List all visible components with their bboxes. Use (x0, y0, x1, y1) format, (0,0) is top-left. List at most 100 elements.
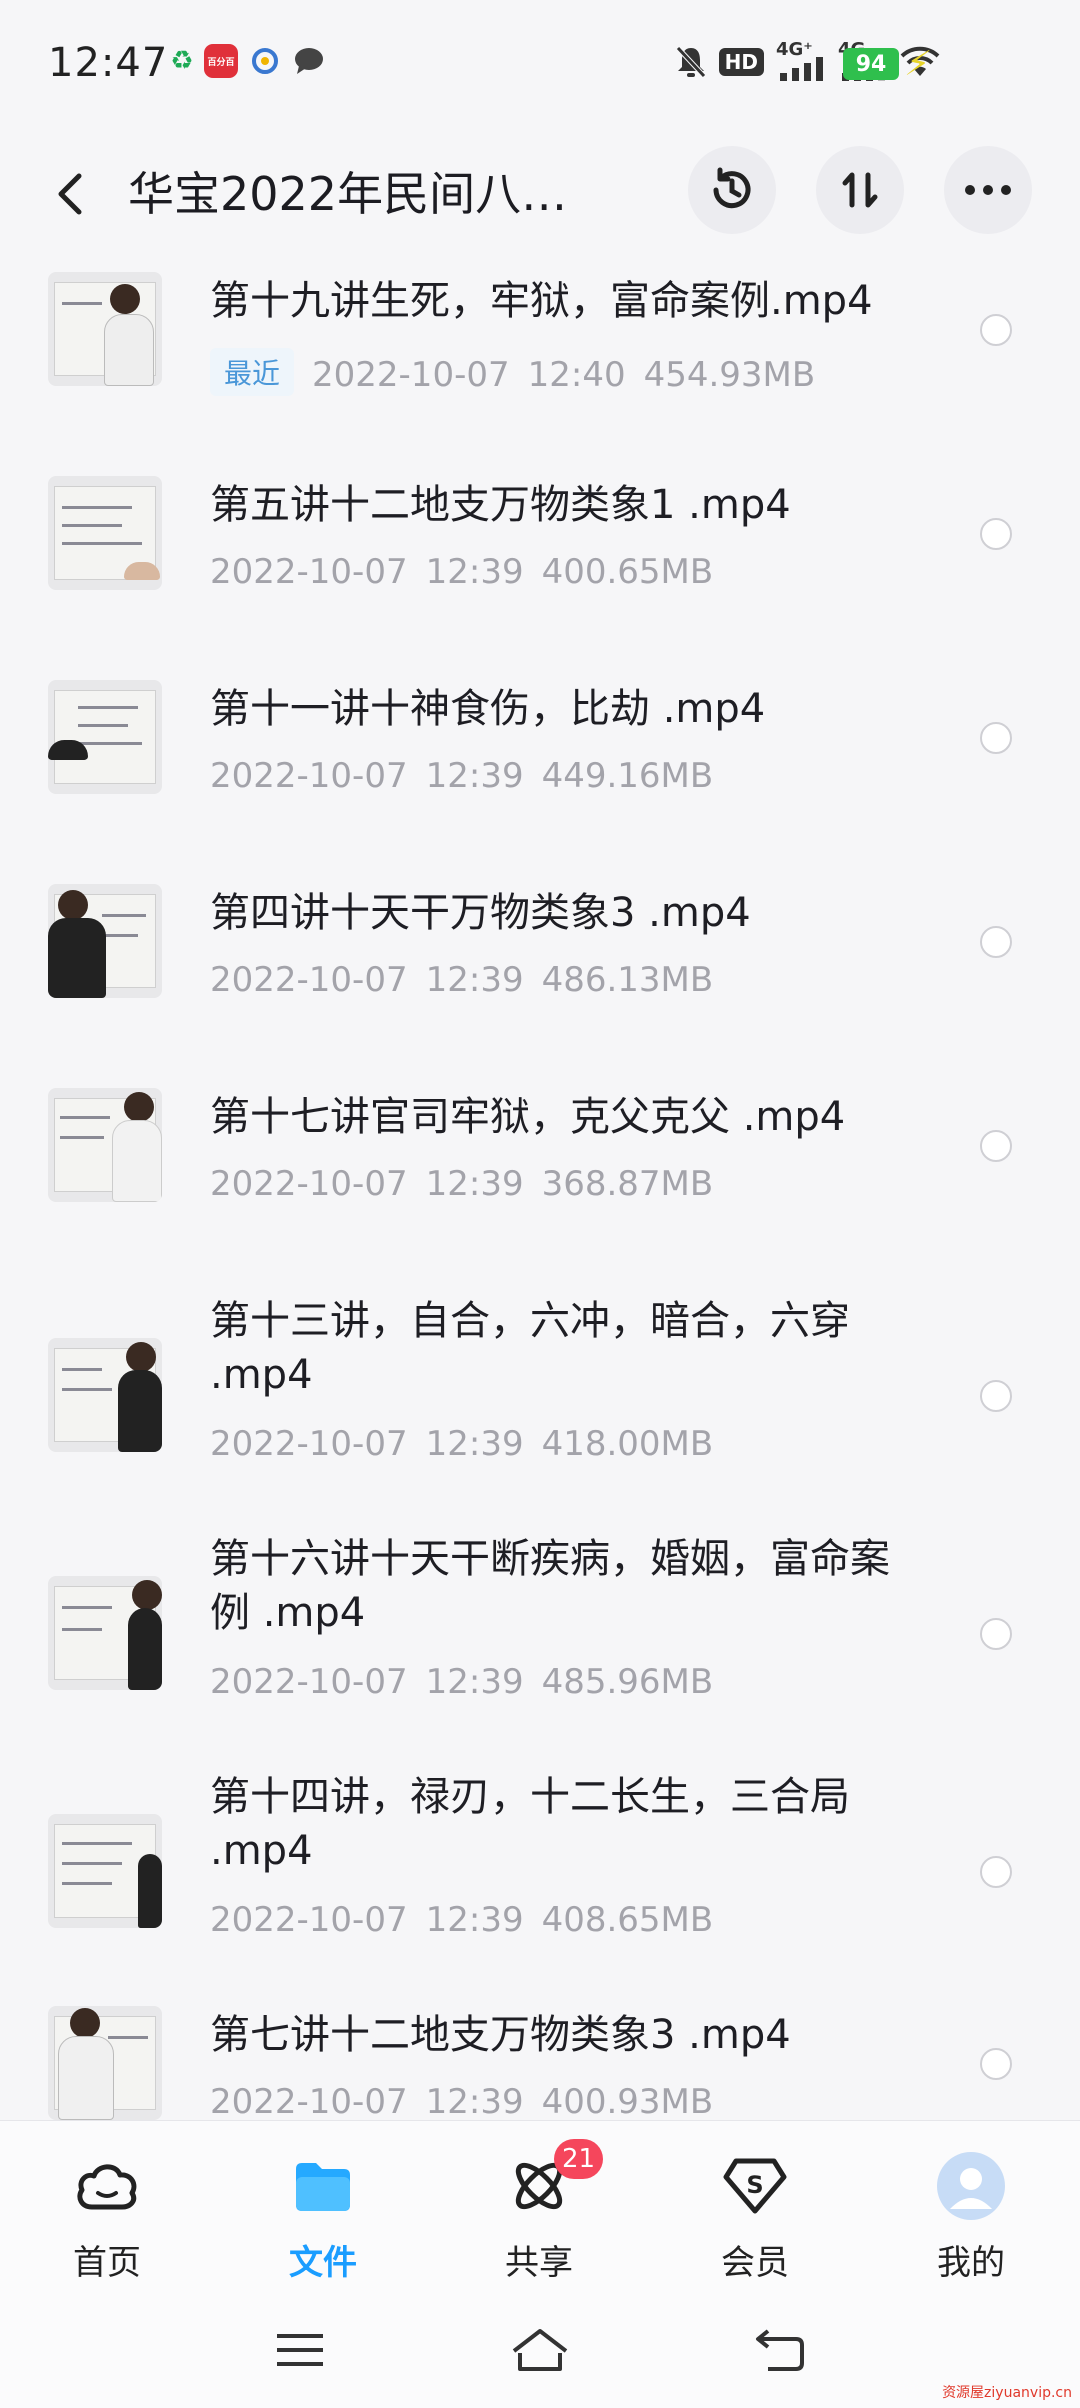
file-date: 2022-10-07 (210, 552, 408, 592)
avatar (936, 2151, 1006, 2221)
bottom-navigation: 首页 文件 21 共享 S 会员 我的 (0, 2120, 1080, 2295)
recent-apps-button[interactable] (260, 2315, 340, 2385)
file-size: 400.65MB (541, 552, 714, 592)
file-meta: 最近 2022-10-07 12:40 454.93MB (210, 348, 833, 396)
file-time: 12:39 (425, 1164, 524, 1204)
file-time: 12:39 (425, 1424, 524, 1464)
file-size: 486.13MB (541, 960, 714, 1000)
file-time: 12:39 (425, 756, 524, 796)
watermark: 资源屋ziyuanvip.cn (942, 2385, 1072, 2401)
status-time: 12:47 (48, 40, 169, 86)
video-thumbnail (48, 680, 162, 794)
atom-share-icon: 21 (504, 2139, 604, 2221)
file-date: 2022-10-07 (312, 355, 510, 395)
file-time: 12:39 (425, 1662, 524, 1702)
select-radio[interactable] (980, 2048, 1012, 2080)
file-size: 408.65MB (541, 1900, 714, 1940)
signal-4g-plus: 4G⁺ (776, 39, 826, 81)
file-meta: 2022-10-07 12:39 486.13MB (210, 960, 731, 1000)
file-date: 2022-10-07 (210, 960, 408, 1000)
top-app-bar: 华宝2022年民间八… (0, 128, 1080, 258)
video-thumbnail (48, 272, 162, 386)
select-radio[interactable] (980, 518, 1012, 550)
sort-icon (842, 172, 878, 208)
file-row[interactable]: 第十四讲，禄刃，十二长生，三合局 .mp4 2022-10-07 12:39 408… (0, 1754, 1080, 1984)
back-nav-button[interactable] (740, 2315, 820, 2385)
select-radio[interactable] (980, 1618, 1012, 1650)
file-date: 2022-10-07 (210, 1164, 408, 1204)
file-meta: 2022-10-07 12:39 400.93MB (210, 2082, 731, 2120)
file-row[interactable]: 第四讲十天干万物类象3 .mp4 2022-10-07 12:39 486.13MB (0, 870, 1080, 1050)
tab-home-label: 首页 (73, 2243, 141, 2283)
battery-level: 94 (855, 51, 887, 77)
file-meta: 2022-10-07 12:39 368.87MB (210, 1164, 731, 1204)
tab-share-label: 共享 (505, 2243, 573, 2283)
more-dots-icon (965, 185, 1011, 195)
history-button[interactable] (688, 146, 776, 234)
file-date: 2022-10-07 (210, 1424, 408, 1464)
file-time: 12:40 (527, 355, 626, 395)
file-name: 第十四讲，禄刃，十二长生，三合局 .mp4 (210, 1774, 850, 1874)
hd-icon: HD (718, 48, 764, 76)
recent-tag: 最近 (210, 348, 295, 396)
sort-button[interactable] (816, 146, 904, 234)
file-name: 第七讲十二地支万物类象3 .mp4 (210, 2012, 791, 2058)
status-bar: 12:47 ♻ 百分百 HD 4G⁺ 4G 94 ⚡ (0, 0, 1080, 128)
file-row[interactable]: 第五讲十二地支万物类象1 .mp4 2022-10-07 12:39 400.65M… (0, 462, 1080, 642)
hd-text: HD (724, 50, 758, 74)
more-button[interactable] (944, 146, 1032, 234)
select-radio[interactable] (980, 1130, 1012, 1162)
select-radio[interactable] (980, 1380, 1012, 1412)
signal-bars-icon (780, 57, 823, 81)
file-size: 449.16MB (541, 756, 714, 796)
svg-text:S: S (746, 2171, 763, 2199)
file-row[interactable]: 第十一讲十神食伤，比劫 .mp4 2022-10-07 12:39 449.16MB (0, 666, 1080, 846)
file-name: 第十六讲十天干断疾病，婚姻，富命案例 .mp4 (210, 1536, 890, 1636)
app-notification-text: 百分百 (207, 57, 235, 68)
file-meta: 2022-10-07 12:39 449.16MB (210, 756, 731, 796)
history-icon (713, 167, 751, 209)
file-row[interactable]: 第七讲十二地支万物类象3 .mp4 2022-10-07 12:39 400.93M… (0, 1992, 1080, 2120)
home-button[interactable] (500, 2315, 580, 2385)
file-name: 第四讲十天干万物类象3 .mp4 (210, 890, 751, 936)
file-size: 368.87MB (541, 1164, 714, 1204)
tab-me[interactable]: 我的 (896, 2151, 1046, 2284)
file-size: 454.93MB (643, 355, 816, 395)
tab-vip-label: 会员 (721, 2243, 789, 2283)
select-radio[interactable] (980, 722, 1012, 754)
tab-files[interactable]: 文件 (248, 2151, 398, 2284)
tab-home[interactable]: 首页 (32, 2151, 182, 2284)
file-meta: 2022-10-07 12:39 400.65MB (210, 552, 731, 592)
file-time: 12:39 (425, 552, 524, 592)
select-radio[interactable] (980, 1856, 1012, 1888)
file-name: 第十九讲生死，牢狱，富命案例.mp4 (210, 278, 873, 324)
return-icon (756, 2329, 804, 2371)
back-button[interactable] (40, 154, 100, 234)
status-icons: HD 4G⁺ 4G (675, 39, 940, 82)
video-thumbnail (48, 476, 162, 590)
video-thumbnail (48, 1576, 162, 1690)
video-thumbnail (48, 2006, 162, 2120)
select-radio[interactable] (980, 314, 1012, 346)
file-meta: 2022-10-07 12:39 485.96MB (210, 1662, 731, 1702)
home-icon (512, 2329, 568, 2371)
file-size: 485.96MB (541, 1662, 714, 1702)
file-row[interactable]: 第十七讲官司牢狱，克父克父 .mp4 2022-10-07 12:39 368.87… (0, 1074, 1080, 1254)
file-row[interactable]: 第十六讲十天干断疾病，婚姻，富命案例 .mp4 2022-10-07 12:39 4… (0, 1516, 1080, 1746)
file-row[interactable]: 第十九讲生死，牢狱，富命案例.mp4 最近 2022-10-07 12:40 454.… (0, 258, 1080, 438)
video-thumbnail (48, 1088, 162, 1202)
video-thumbnail (48, 884, 162, 998)
file-row[interactable]: 第十三讲，自合，六冲，暗合，六穿 .mp4 2022-10-07 12:39 418… (0, 1278, 1080, 1508)
tab-share[interactable]: 21 共享 (464, 2139, 614, 2284)
file-date: 2022-10-07 (210, 1662, 408, 1702)
tab-me-label: 我的 (937, 2243, 1005, 2283)
folder-icon (288, 2151, 358, 2221)
wechat-pay-icon: ♻ (170, 46, 194, 76)
tab-vip[interactable]: S 会员 (680, 2151, 830, 2284)
file-size: 400.93MB (541, 2082, 714, 2120)
select-radio[interactable] (980, 926, 1012, 958)
battery-indicator: 94 (843, 48, 899, 80)
file-date: 2022-10-07 (210, 2082, 408, 2120)
share-badge: 21 (554, 2139, 604, 2179)
system-navigation-bar: 资源屋ziyuanvip.cn (0, 2295, 1080, 2408)
